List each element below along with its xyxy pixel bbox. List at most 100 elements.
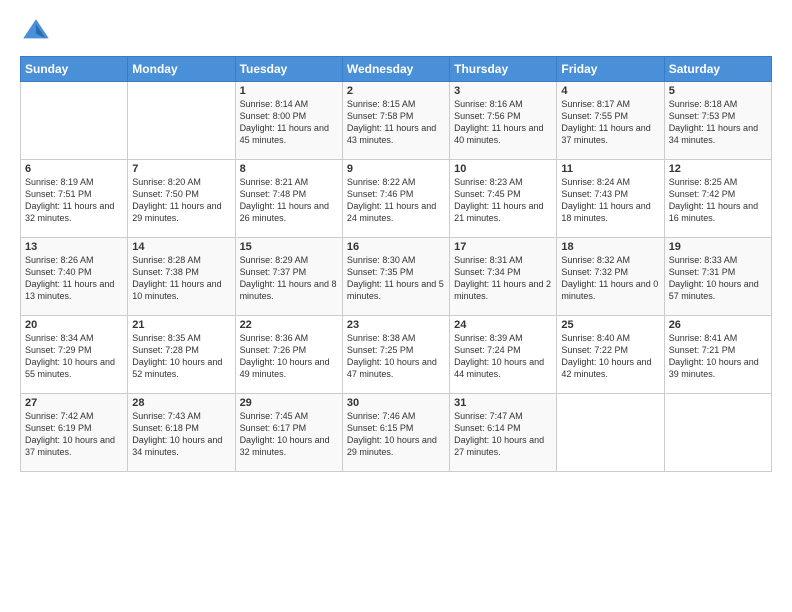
- cell-info: Sunrise: 8:23 AMSunset: 7:45 PMDaylight:…: [454, 176, 552, 225]
- calendar-header: SundayMondayTuesdayWednesdayThursdayFrid…: [21, 57, 772, 82]
- cell-info: Sunrise: 8:31 AMSunset: 7:34 PMDaylight:…: [454, 254, 552, 303]
- calendar-cell: 2Sunrise: 8:15 AMSunset: 7:58 PMDaylight…: [342, 82, 449, 160]
- page: SundayMondayTuesdayWednesdayThursdayFrid…: [0, 0, 792, 612]
- cell-info: Sunrise: 8:14 AMSunset: 8:00 PMDaylight:…: [240, 98, 338, 147]
- calendar-cell: 21Sunrise: 8:35 AMSunset: 7:28 PMDayligh…: [128, 316, 235, 394]
- calendar-cell: 15Sunrise: 8:29 AMSunset: 7:37 PMDayligh…: [235, 238, 342, 316]
- day-number: 4: [561, 85, 659, 97]
- week-row-0: 1Sunrise: 8:14 AMSunset: 8:00 PMDaylight…: [21, 82, 772, 160]
- calendar-cell: [128, 82, 235, 160]
- calendar-cell: 19Sunrise: 8:33 AMSunset: 7:31 PMDayligh…: [664, 238, 771, 316]
- day-number: 19: [669, 241, 767, 253]
- day-number: 17: [454, 241, 552, 253]
- day-number: 28: [132, 397, 230, 409]
- calendar-table: SundayMondayTuesdayWednesdayThursdayFrid…: [20, 56, 772, 472]
- day-number: 22: [240, 319, 338, 331]
- calendar-cell: 16Sunrise: 8:30 AMSunset: 7:35 PMDayligh…: [342, 238, 449, 316]
- cell-info: Sunrise: 8:28 AMSunset: 7:38 PMDaylight:…: [132, 254, 230, 303]
- calendar-cell: 1Sunrise: 8:14 AMSunset: 8:00 PMDaylight…: [235, 82, 342, 160]
- calendar-cell: 14Sunrise: 8:28 AMSunset: 7:38 PMDayligh…: [128, 238, 235, 316]
- calendar-cell: 29Sunrise: 7:45 AMSunset: 6:17 PMDayligh…: [235, 394, 342, 472]
- day-number: 5: [669, 85, 767, 97]
- calendar-cell: 3Sunrise: 8:16 AMSunset: 7:56 PMDaylight…: [450, 82, 557, 160]
- calendar-cell: 31Sunrise: 7:47 AMSunset: 6:14 PMDayligh…: [450, 394, 557, 472]
- day-number: 9: [347, 163, 445, 175]
- cell-info: Sunrise: 8:25 AMSunset: 7:42 PMDaylight:…: [669, 176, 767, 225]
- cell-info: Sunrise: 8:21 AMSunset: 7:48 PMDaylight:…: [240, 176, 338, 225]
- week-row-4: 27Sunrise: 7:42 AMSunset: 6:19 PMDayligh…: [21, 394, 772, 472]
- day-number: 11: [561, 163, 659, 175]
- cell-info: Sunrise: 7:47 AMSunset: 6:14 PMDaylight:…: [454, 410, 552, 459]
- cell-info: Sunrise: 8:19 AMSunset: 7:51 PMDaylight:…: [25, 176, 123, 225]
- cell-info: Sunrise: 8:30 AMSunset: 7:35 PMDaylight:…: [347, 254, 445, 303]
- day-number: 31: [454, 397, 552, 409]
- cell-info: Sunrise: 8:18 AMSunset: 7:53 PMDaylight:…: [669, 98, 767, 147]
- day-number: 1: [240, 85, 338, 97]
- weekday-header-monday: Monday: [128, 57, 235, 82]
- cell-info: Sunrise: 8:33 AMSunset: 7:31 PMDaylight:…: [669, 254, 767, 303]
- calendar-cell: 7Sunrise: 8:20 AMSunset: 7:50 PMDaylight…: [128, 160, 235, 238]
- day-number: 6: [25, 163, 123, 175]
- cell-info: Sunrise: 8:38 AMSunset: 7:25 PMDaylight:…: [347, 332, 445, 381]
- cell-info: Sunrise: 8:24 AMSunset: 7:43 PMDaylight:…: [561, 176, 659, 225]
- day-number: 23: [347, 319, 445, 331]
- cell-info: Sunrise: 7:46 AMSunset: 6:15 PMDaylight:…: [347, 410, 445, 459]
- cell-info: Sunrise: 8:40 AMSunset: 7:22 PMDaylight:…: [561, 332, 659, 381]
- day-number: 29: [240, 397, 338, 409]
- logo-icon: [20, 16, 52, 48]
- calendar-cell: 17Sunrise: 8:31 AMSunset: 7:34 PMDayligh…: [450, 238, 557, 316]
- day-number: 13: [25, 241, 123, 253]
- calendar-cell: 28Sunrise: 7:43 AMSunset: 6:18 PMDayligh…: [128, 394, 235, 472]
- cell-info: Sunrise: 8:26 AMSunset: 7:40 PMDaylight:…: [25, 254, 123, 303]
- day-number: 7: [132, 163, 230, 175]
- calendar-cell: 20Sunrise: 8:34 AMSunset: 7:29 PMDayligh…: [21, 316, 128, 394]
- day-number: 14: [132, 241, 230, 253]
- calendar-cell: [21, 82, 128, 160]
- day-number: 20: [25, 319, 123, 331]
- calendar-cell: 26Sunrise: 8:41 AMSunset: 7:21 PMDayligh…: [664, 316, 771, 394]
- calendar-cell: 24Sunrise: 8:39 AMSunset: 7:24 PMDayligh…: [450, 316, 557, 394]
- header: [20, 16, 772, 48]
- cell-info: Sunrise: 8:20 AMSunset: 7:50 PMDaylight:…: [132, 176, 230, 225]
- calendar-cell: 22Sunrise: 8:36 AMSunset: 7:26 PMDayligh…: [235, 316, 342, 394]
- cell-info: Sunrise: 8:34 AMSunset: 7:29 PMDaylight:…: [25, 332, 123, 381]
- cell-info: Sunrise: 7:43 AMSunset: 6:18 PMDaylight:…: [132, 410, 230, 459]
- calendar-cell: 9Sunrise: 8:22 AMSunset: 7:46 PMDaylight…: [342, 160, 449, 238]
- day-number: 27: [25, 397, 123, 409]
- calendar-cell: [664, 394, 771, 472]
- cell-info: Sunrise: 8:39 AMSunset: 7:24 PMDaylight:…: [454, 332, 552, 381]
- week-row-3: 20Sunrise: 8:34 AMSunset: 7:29 PMDayligh…: [21, 316, 772, 394]
- calendar-cell: 11Sunrise: 8:24 AMSunset: 7:43 PMDayligh…: [557, 160, 664, 238]
- weekday-header-tuesday: Tuesday: [235, 57, 342, 82]
- weekday-header-sunday: Sunday: [21, 57, 128, 82]
- logo: [20, 16, 56, 48]
- cell-info: Sunrise: 8:16 AMSunset: 7:56 PMDaylight:…: [454, 98, 552, 147]
- calendar-cell: [557, 394, 664, 472]
- weekday-header-wednesday: Wednesday: [342, 57, 449, 82]
- calendar-cell: 25Sunrise: 8:40 AMSunset: 7:22 PMDayligh…: [557, 316, 664, 394]
- cell-info: Sunrise: 8:17 AMSunset: 7:55 PMDaylight:…: [561, 98, 659, 147]
- week-row-2: 13Sunrise: 8:26 AMSunset: 7:40 PMDayligh…: [21, 238, 772, 316]
- day-number: 30: [347, 397, 445, 409]
- cell-info: Sunrise: 8:32 AMSunset: 7:32 PMDaylight:…: [561, 254, 659, 303]
- calendar-cell: 23Sunrise: 8:38 AMSunset: 7:25 PMDayligh…: [342, 316, 449, 394]
- weekday-header-friday: Friday: [557, 57, 664, 82]
- weekday-row: SundayMondayTuesdayWednesdayThursdayFrid…: [21, 57, 772, 82]
- cell-info: Sunrise: 8:15 AMSunset: 7:58 PMDaylight:…: [347, 98, 445, 147]
- day-number: 15: [240, 241, 338, 253]
- weekday-header-thursday: Thursday: [450, 57, 557, 82]
- calendar-body: 1Sunrise: 8:14 AMSunset: 8:00 PMDaylight…: [21, 82, 772, 472]
- cell-info: Sunrise: 8:36 AMSunset: 7:26 PMDaylight:…: [240, 332, 338, 381]
- day-number: 25: [561, 319, 659, 331]
- day-number: 26: [669, 319, 767, 331]
- calendar-cell: 10Sunrise: 8:23 AMSunset: 7:45 PMDayligh…: [450, 160, 557, 238]
- day-number: 12: [669, 163, 767, 175]
- cell-info: Sunrise: 7:42 AMSunset: 6:19 PMDaylight:…: [25, 410, 123, 459]
- day-number: 21: [132, 319, 230, 331]
- calendar-cell: 8Sunrise: 8:21 AMSunset: 7:48 PMDaylight…: [235, 160, 342, 238]
- calendar-cell: 18Sunrise: 8:32 AMSunset: 7:32 PMDayligh…: [557, 238, 664, 316]
- day-number: 3: [454, 85, 552, 97]
- calendar-cell: 5Sunrise: 8:18 AMSunset: 7:53 PMDaylight…: [664, 82, 771, 160]
- cell-info: Sunrise: 7:45 AMSunset: 6:17 PMDaylight:…: [240, 410, 338, 459]
- weekday-header-saturday: Saturday: [664, 57, 771, 82]
